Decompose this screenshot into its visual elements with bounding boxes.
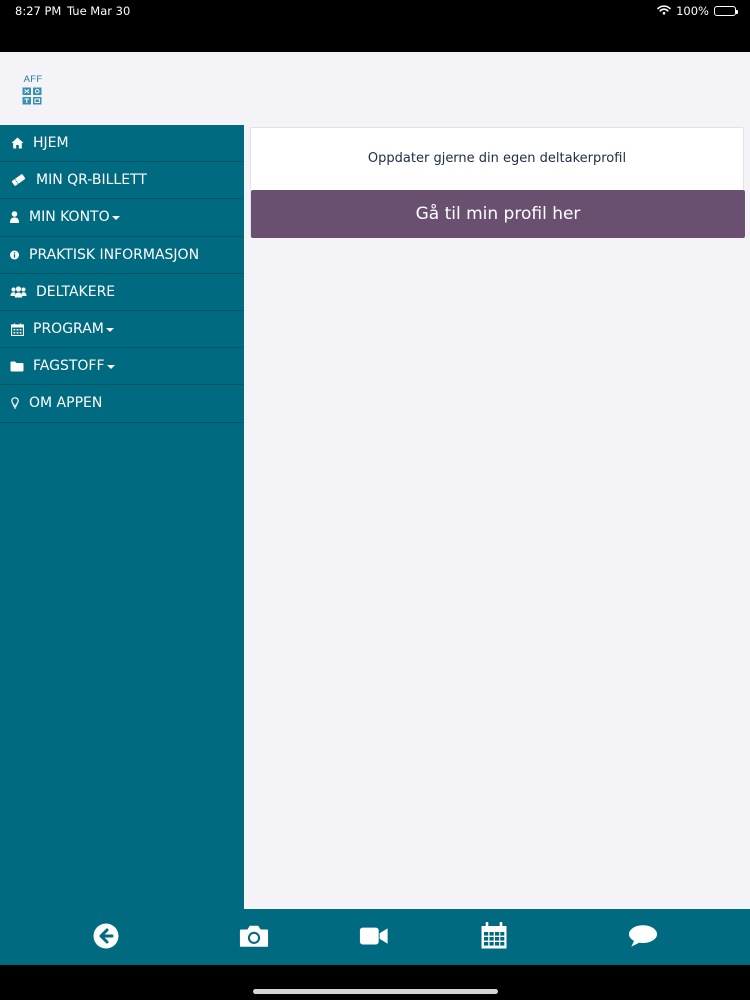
video-button[interactable] [359,921,389,951]
go-to-profile-button[interactable]: Gå til min profil her [251,190,745,238]
info-icon [10,248,19,262]
main-content: Oppdater gjerne din egen deltakerprofil … [244,125,750,909]
home-indicator[interactable] [253,989,498,994]
sidebar-item-label: PROGRAM [33,321,104,338]
sidebar-item-program[interactable]: PROGRAM [0,311,244,349]
user-icon [10,210,19,224]
app-header: AFF [0,52,750,125]
lightbulb-icon [10,396,19,410]
profile-card: Oppdater gjerne din egen deltakerprofil … [250,127,745,238]
sidebar-item-deltakere[interactable]: DELTAKERE [0,274,244,311]
status-bar: 8:27 PM Tue Mar 30 100% [0,0,750,52]
sidebar-item-label: DELTAKERE [36,283,116,300]
sidebar-item-label: MIN KONTO [29,209,110,226]
status-date: Tue Mar 30 [67,4,131,18]
back-button[interactable] [91,921,121,951]
camera-icon [239,925,269,947]
bottom-toolbar [0,909,750,965]
logo-grid-icon [22,87,42,105]
sidebar-item-label: HJEM [33,135,69,152]
status-indicators: 100% [657,4,738,18]
users-icon [10,285,27,299]
calendar-icon [481,922,507,949]
home-indicator-area [0,965,750,1000]
chevron-down-icon [106,364,115,369]
folder-icon [10,359,24,373]
wifi-icon [657,4,671,18]
sidebar-item-om-appen[interactable]: OM APPEN [0,385,244,423]
sidebar-nav: HJEM MIN QR-BILLETT MIN KONTO PRAKTISK I… [0,125,244,909]
camera-button[interactable] [239,921,269,951]
sidebar-item-praktisk-informasjon[interactable]: PRAKTISK INFORMASJON [0,237,244,274]
sidebar-item-label: MIN QR-BILLETT [36,172,147,189]
battery-percent: 100% [676,4,709,18]
ticket-icon [10,173,27,187]
sidebar-item-min-konto[interactable]: MIN KONTO [0,199,244,237]
calendar-button[interactable] [479,921,509,951]
chat-bubble-icon [628,925,658,947]
home-icon [10,136,24,150]
profile-card-text: Oppdater gjerne din egen deltakerprofil [367,151,627,166]
sidebar-item-label: FAGSTOFF [33,358,105,375]
calendar-icon [10,322,24,336]
sidebar-item-fagstoff[interactable]: FAGSTOFF [0,348,244,386]
app-logo[interactable]: AFF [22,74,44,105]
back-arrow-icon [93,923,119,949]
chevron-down-icon [111,215,120,220]
sidebar-item-hjem[interactable]: HJEM [0,125,244,163]
video-camera-icon [359,927,388,945]
battery-icon [714,6,738,16]
status-time: 8:27 PM [15,4,62,18]
chat-button[interactable] [628,921,658,951]
logo-text: AFF [23,74,43,85]
sidebar-item-min-qr-billett[interactable]: MIN QR-BILLETT [0,162,244,200]
sidebar-item-label: OM APPEN [29,395,103,412]
sidebar-item-label: PRAKTISK INFORMASJON [29,246,200,263]
chevron-down-icon [105,327,114,332]
